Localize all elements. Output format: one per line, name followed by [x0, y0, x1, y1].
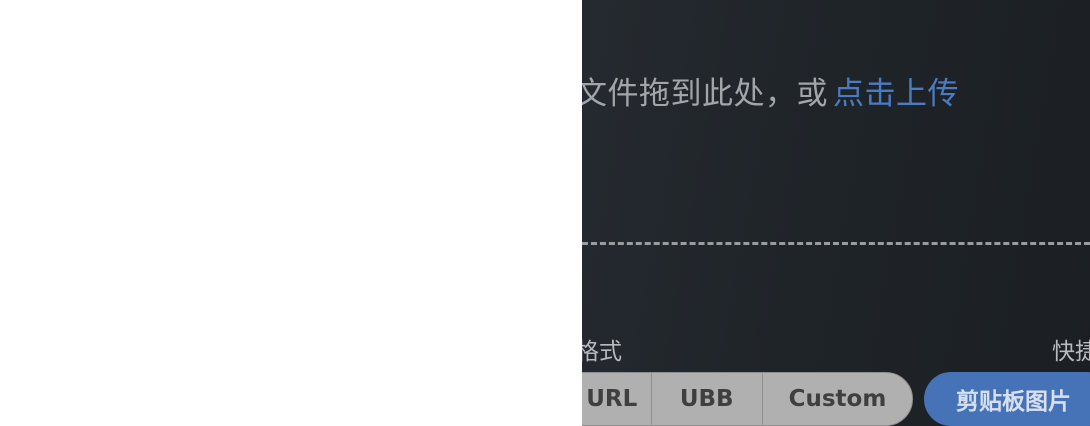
upload-cloud-icon — [692, 0, 806, 14]
dropzone-border — [582, 242, 1090, 245]
upload-link[interactable]: 点击上传 — [833, 68, 959, 113]
format-button-group: URL UBB Custom — [582, 372, 913, 426]
format-label: 格式 — [582, 339, 622, 365]
format-url-button[interactable]: URL — [582, 373, 652, 425]
blank-area — [0, 0, 582, 426]
format-ubb-button[interactable]: UBB — [652, 373, 763, 425]
format-custom-button[interactable]: Custom — [763, 373, 912, 425]
upload-panel: 文件拖到此处，或 点击上传 格式 快捷 URL UBB Custom 剪贴板图片 — [582, 0, 1090, 426]
drop-instruction: 文件拖到此处，或 — [582, 76, 828, 112]
clipboard-image-button[interactable]: 剪贴板图片 — [924, 372, 1090, 426]
shortcut-label: 快捷 — [1052, 339, 1090, 365]
